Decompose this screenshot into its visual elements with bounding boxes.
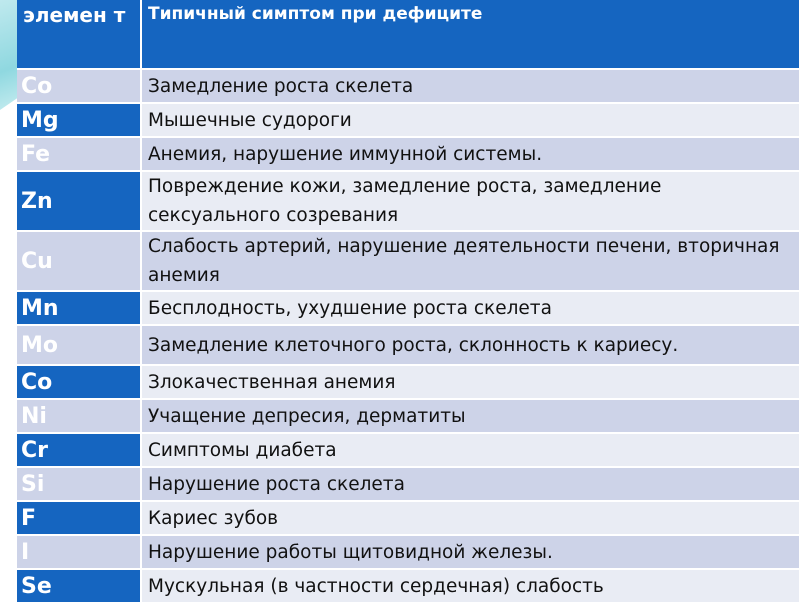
table-header-row: элемен т Типичный симптом при дефиците: [17, 0, 799, 70]
table-row: Cr Симптомы диабета: [17, 434, 799, 468]
column-header-element: элемен т: [17, 0, 142, 70]
table-row: Ni Учащение депресия, дерматиты: [17, 400, 799, 434]
table-row: Cu Слабость артерий, нарушение деятельно…: [17, 232, 799, 292]
element-cell: Mn: [17, 292, 142, 326]
table-row: Mo Замедление клеточного роста, склоннос…: [17, 326, 799, 366]
table-row: Co Злокачественная анемия: [17, 366, 799, 400]
table-row: Si Нарушение роста скелета: [17, 468, 799, 502]
table-row: I Нарушение работы щитовидной железы.: [17, 536, 799, 570]
symptom-cell: Учащение депресия, дерматиты: [142, 400, 799, 434]
element-cell: Cu: [17, 232, 142, 292]
table-row: Mn Бесплодность, ухудшение роста скелета: [17, 292, 799, 326]
symptom-cell: Симптомы диабета: [142, 434, 799, 468]
table-row: Co Замедление роста скелета: [17, 70, 799, 104]
element-cell: Ni: [17, 400, 142, 434]
symptom-cell: Мышечные судороги: [142, 104, 799, 138]
symptom-cell: Бесплодность, ухудшение роста скелета: [142, 292, 799, 326]
symptom-cell: Слабость артерий, нарушение деятельности…: [142, 232, 799, 292]
table-row: Zn Повреждение кожи, замедление роста, з…: [17, 172, 799, 232]
symptom-cell: Анемия, нарушение иммунной системы.: [142, 138, 799, 172]
column-header-symptom: Типичный симптом при дефиците: [142, 0, 799, 70]
table-row: Se Мускульная (в частности сердечная) сл…: [17, 570, 799, 604]
table-row: Mg Мышечные судороги: [17, 104, 799, 138]
element-cell: Mg: [17, 104, 142, 138]
element-cell: Fe: [17, 138, 142, 172]
element-cell: Mo: [17, 326, 142, 366]
symptom-cell: Замедление роста скелета: [142, 70, 799, 104]
element-cell: Cr: [17, 434, 142, 468]
element-cell: Si: [17, 468, 142, 502]
symptom-cell: Нарушение работы щитовидной железы.: [142, 536, 799, 570]
deficiency-symptoms-table: элемен т Типичный симптом при дефиците C…: [17, 0, 799, 604]
symptom-cell: Повреждение кожи, замедление роста, заме…: [142, 172, 799, 232]
element-cell: Zn: [17, 172, 142, 232]
element-cell: Co: [17, 70, 142, 104]
element-cell: I: [17, 536, 142, 570]
element-cell: Co: [17, 366, 142, 400]
symptom-cell: Злокачественная анемия: [142, 366, 799, 400]
element-cell: Se: [17, 570, 142, 604]
element-cell: F: [17, 502, 142, 536]
symptom-cell: Кариес зубов: [142, 502, 799, 536]
symptom-cell: Мускульная (в частности сердечная) слабо…: [142, 570, 799, 604]
symptom-cell: Замедление клеточного роста, склонность …: [142, 326, 799, 366]
table-row: Fe Анемия, нарушение иммунной системы.: [17, 138, 799, 172]
symptom-cell: Нарушение роста скелета: [142, 468, 799, 502]
table-row: F Кариес зубов: [17, 502, 799, 536]
